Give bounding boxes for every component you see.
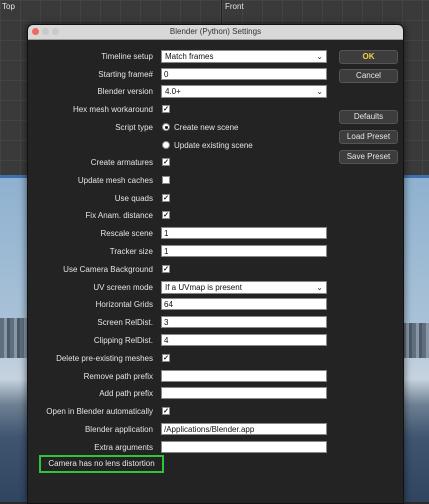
rescale-scene-row: Rescale scene 1 [28,227,403,241]
blender-application-row: Blender application /Applications/Blende… [28,423,403,437]
delete-meshes-row: Delete pre-existing meshes ✓ [28,352,403,366]
use-camera-background-row: Use Camera Background ✓ [28,263,403,277]
tracker-size-input[interactable]: 1 [161,245,327,257]
uv-screen-mode-value: If a UVmap is present [165,283,242,292]
horizontal-grids-row: Horizontal Grids 64 [28,298,403,312]
front-viewport-label: Front [225,2,244,11]
screen-reldist-label: Screen RelDist. [97,318,153,327]
blender-application-label: Blender application [84,425,153,434]
blender-version-select[interactable]: 4.0+ ⌄ [161,85,327,98]
title-bar[interactable]: Blender (Python) Settings [28,25,403,40]
clipping-reldist-input[interactable]: 4 [161,334,327,346]
rescale-scene-label: Rescale scene [100,229,153,238]
update-mesh-caches-checkbox[interactable] [162,176,170,184]
delete-meshes-checkbox[interactable]: ✓ [162,354,170,362]
extra-arguments-row: Extra arguments [28,441,403,455]
blender-version-value: 4.0+ [165,87,181,96]
chevron-down-icon: ⌄ [316,283,323,292]
remove-path-prefix-input[interactable] [161,370,327,382]
tracker-size-label: Tracker size [109,247,153,256]
open-in-blender-label: Open in Blender automatically [46,407,153,416]
defaults-button[interactable]: Defaults [339,110,398,124]
uv-screen-mode-row: UV screen mode If a UVmap is present ⌄ [28,281,403,295]
open-in-blender-row: Open in Blender automatically ✓ [28,405,403,419]
timeline-setup-select[interactable]: Match frames ⌄ [161,50,327,63]
timeline-setup-value: Match frames [165,52,214,61]
horizontal-grids-label: Horizontal Grids [95,300,153,309]
top-viewport-label: Top [2,2,15,11]
load-preset-button[interactable]: Load Preset [339,130,398,144]
extra-arguments-input[interactable] [161,441,327,453]
screen-reldist-row: Screen RelDist. 3 [28,316,403,330]
create-armatures-label: Create armatures [90,158,153,167]
create-new-scene-label[interactable]: Create new scene [174,123,238,132]
delete-meshes-label: Delete pre-existing meshes [56,354,153,363]
add-path-prefix-label: Add path prefix [99,389,153,398]
clipping-reldist-label: Clipping RelDist. [93,336,153,345]
use-quads-label: Use quads [114,194,153,203]
extra-arguments-label: Extra arguments [94,443,153,452]
use-quads-row: Use quads ✓ [28,192,403,206]
blender-settings-dialog: Blender (Python) Settings Timeline setup… [27,24,404,504]
dialog-title: Blender (Python) Settings [169,27,262,36]
clipping-reldist-row: Clipping RelDist. 4 [28,334,403,348]
hex-mesh-label: Hex mesh workaround [72,105,153,114]
open-in-blender-checkbox[interactable]: ✓ [162,407,170,415]
fix-anam-label: Fix Anam. distance [85,211,153,220]
create-armatures-checkbox[interactable]: ✓ [162,158,170,166]
starting-frame-input[interactable]: 0 [161,68,327,80]
add-path-prefix-input[interactable] [161,387,327,399]
cancel-button[interactable]: Cancel [339,69,398,83]
chevron-down-icon: ⌄ [316,52,323,61]
script-type-label: Script type [115,123,153,132]
ok-button[interactable]: OK [339,50,398,64]
rescale-scene-input[interactable]: 1 [161,227,327,239]
screen-reldist-input[interactable]: 3 [161,316,327,328]
uv-screen-mode-label: UV screen mode [93,283,153,292]
camera-background-image [402,178,429,502]
create-new-scene-radio[interactable] [162,123,170,131]
horizontal-grids-input[interactable]: 64 [161,298,327,310]
uv-screen-mode-select[interactable]: If a UVmap is present ⌄ [161,281,327,294]
remove-path-prefix-label: Remove path prefix [83,372,153,381]
camera-background-image [0,178,30,502]
use-quads-checkbox[interactable]: ✓ [162,194,170,202]
update-mesh-caches-label: Update mesh caches [77,176,153,185]
update-existing-scene-label[interactable]: Update existing scene [174,141,253,150]
remove-path-prefix-row: Remove path prefix [28,370,403,384]
lens-distortion-status: Camera has no lens distortion [39,455,164,473]
fix-anam-checkbox[interactable]: ✓ [162,211,170,219]
fix-anam-row: Fix Anam. distance ✓ [28,209,403,223]
blender-version-row: Blender version 4.0+ ⌄ [28,85,403,99]
add-path-prefix-row: Add path prefix [28,387,403,401]
blender-application-input[interactable]: /Applications/Blender.app [161,423,327,435]
use-camera-background-checkbox[interactable]: ✓ [162,265,170,273]
update-mesh-caches-row: Update mesh caches [28,174,403,188]
update-existing-scene-radio[interactable] [162,141,170,149]
timeline-setup-label: Timeline setup [101,52,153,61]
use-camera-background-label: Use Camera Background [63,265,153,274]
chevron-down-icon: ⌄ [316,87,323,96]
save-preset-button[interactable]: Save Preset [339,150,398,164]
starting-frame-label: Starting frame# [98,70,153,79]
hex-mesh-checkbox[interactable]: ✓ [162,105,170,113]
blender-version-label: Blender version [97,87,153,96]
tracker-size-row: Tracker size 1 [28,245,403,259]
